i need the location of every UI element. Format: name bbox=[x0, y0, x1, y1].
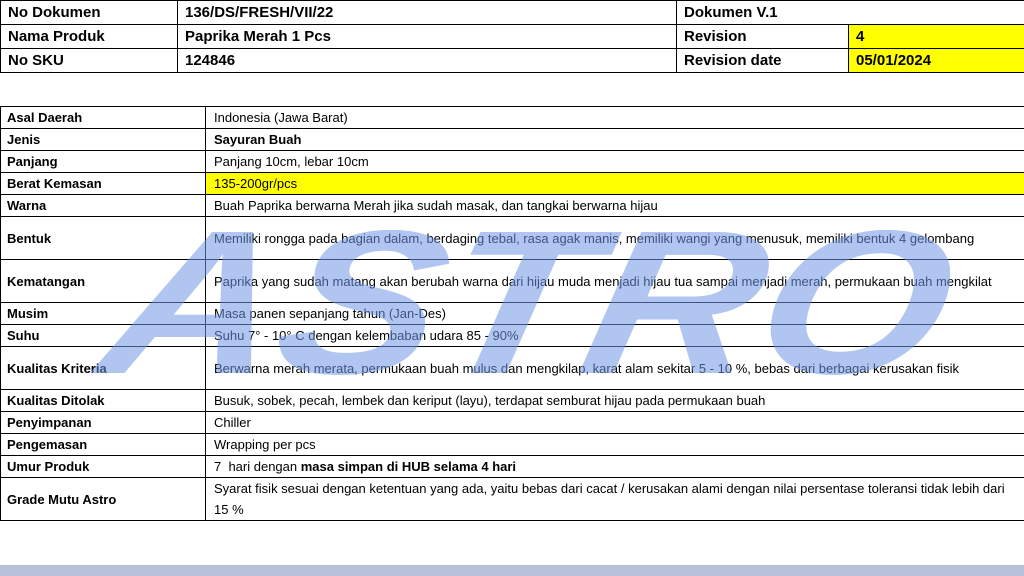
spec-row-berat-kemasan: Berat Kemasan 135-200gr/pcs bbox=[0, 172, 1024, 195]
spec-row-bentuk: Bentuk Memiliki rongga pada bagian dalam… bbox=[0, 216, 1024, 260]
no-dokumen-label: No Dokumen bbox=[0, 0, 178, 25]
spec-label: Suhu bbox=[0, 324, 206, 347]
spec-label: Musim bbox=[0, 302, 206, 325]
no-sku-label: No SKU bbox=[0, 48, 178, 73]
spec-value: Berwarna merah merata, permukaan buah mu… bbox=[205, 346, 1024, 390]
spec-value: Wrapping per pcs bbox=[205, 433, 1024, 456]
spec-value: Memiliki rongga pada bagian dalam, berda… bbox=[205, 216, 1024, 260]
spec-label: Asal Daerah bbox=[0, 106, 206, 129]
spec-label: Warna bbox=[0, 194, 206, 217]
spec-row-pengemasan: Pengemasan Wrapping per pcs bbox=[0, 433, 1024, 456]
bottom-bar bbox=[0, 565, 1024, 576]
revision-date-value: 05/01/2024 bbox=[848, 48, 1024, 73]
spec-row-grade-mutu: Grade Mutu Astro Syarat fisik sesuai den… bbox=[0, 477, 1024, 521]
revision-date-label: Revision date bbox=[676, 48, 849, 73]
spec-value: Chiller bbox=[205, 411, 1024, 434]
spec-row-panjang: Panjang Panjang 10cm, lebar 10cm bbox=[0, 150, 1024, 173]
spec-row-penyimpanan: Penyimpanan Chiller bbox=[0, 411, 1024, 434]
spec-label: Kualitas Kriteria bbox=[0, 346, 206, 390]
product-spec-table: Asal Daerah Indonesia (Jawa Barat) Jenis… bbox=[0, 106, 1024, 521]
spec-label: Kematangan bbox=[0, 259, 206, 303]
spec-row-kualitas-ditolak: Kualitas Ditolak Busuk, sobek, pecah, le… bbox=[0, 389, 1024, 412]
nama-produk-value: Paprika Merah 1 Pcs bbox=[177, 24, 677, 49]
spec-value: Suhu 7° - 10° C dengan kelembaban udara … bbox=[205, 324, 1024, 347]
spec-value: Masa panen sepanjang tahun (Jan-Des) bbox=[205, 302, 1024, 325]
spec-row-kualitas-kriteria: Kualitas Kriteria Berwarna merah merata,… bbox=[0, 346, 1024, 390]
no-dokumen-value: 136/DS/FRESH/VII/22 bbox=[177, 0, 677, 25]
revision-value: 4 bbox=[848, 24, 1024, 49]
revision-label: Revision bbox=[676, 24, 849, 49]
document-header-table: No Dokumen 136/DS/FRESH/VII/22 Dokumen V… bbox=[0, 0, 1024, 73]
spec-label: Kualitas Ditolak bbox=[0, 389, 206, 412]
spec-value: 135-200gr/pcs bbox=[205, 172, 1024, 195]
header-row-no-sku: No SKU 124846 Revision date 05/01/2024 bbox=[0, 48, 1024, 73]
umur-produk-bold: masa simpan di HUB selama 4 hari bbox=[300, 459, 517, 474]
spec-label: Berat Kemasan bbox=[0, 172, 206, 195]
spec-label: Jenis bbox=[0, 128, 206, 151]
spec-row-umur-produk: Umur Produk 7 hari dengan masa simpan di… bbox=[0, 455, 1024, 478]
spec-label: Grade Mutu Astro bbox=[0, 477, 206, 521]
spec-label: Pengemasan bbox=[0, 433, 206, 456]
spec-label: Umur Produk bbox=[0, 455, 206, 478]
spec-value: Sayuran Buah bbox=[205, 128, 1024, 151]
header-row-nama-produk: Nama Produk Paprika Merah 1 Pcs Revision… bbox=[0, 24, 1024, 49]
header-row-no-dokumen: No Dokumen 136/DS/FRESH/VII/22 Dokumen V… bbox=[0, 0, 1024, 25]
spec-value: Syarat fisik sesuai dengan ketentuan yan… bbox=[205, 477, 1024, 521]
spec-label: Bentuk bbox=[0, 216, 206, 260]
no-sku-value: 124846 bbox=[177, 48, 677, 73]
spec-value: Busuk, sobek, pecah, lembek dan keriput … bbox=[205, 389, 1024, 412]
spec-row-kematangan: Kematangan Paprika yang sudah matang aka… bbox=[0, 259, 1024, 303]
umur-produk-prefix: 7 hari dengan bbox=[214, 459, 301, 474]
spec-value: 7 hari dengan masa simpan di HUB selama … bbox=[205, 455, 1024, 478]
spec-value: Indonesia (Jawa Barat) bbox=[205, 106, 1024, 129]
spec-label: Panjang bbox=[0, 150, 206, 173]
spec-value: Paprika yang sudah matang akan berubah w… bbox=[205, 259, 1024, 303]
spec-row-suhu: Suhu Suhu 7° - 10° C dengan kelembaban u… bbox=[0, 324, 1024, 347]
spec-row-asal-daerah: Asal Daerah Indonesia (Jawa Barat) bbox=[0, 106, 1024, 129]
dokumen-version: Dokumen V.1 bbox=[676, 0, 1024, 25]
spec-value: Panjang 10cm, lebar 10cm bbox=[205, 150, 1024, 173]
nama-produk-label: Nama Produk bbox=[0, 24, 178, 49]
spec-row-musim: Musim Masa panen sepanjang tahun (Jan-De… bbox=[0, 302, 1024, 325]
spec-row-warna: Warna Buah Paprika berwarna Merah jika s… bbox=[0, 194, 1024, 217]
spec-label: Penyimpanan bbox=[0, 411, 206, 434]
spec-row-jenis: Jenis Sayuran Buah bbox=[0, 128, 1024, 151]
spec-value: Buah Paprika berwarna Merah jika sudah m… bbox=[205, 194, 1024, 217]
